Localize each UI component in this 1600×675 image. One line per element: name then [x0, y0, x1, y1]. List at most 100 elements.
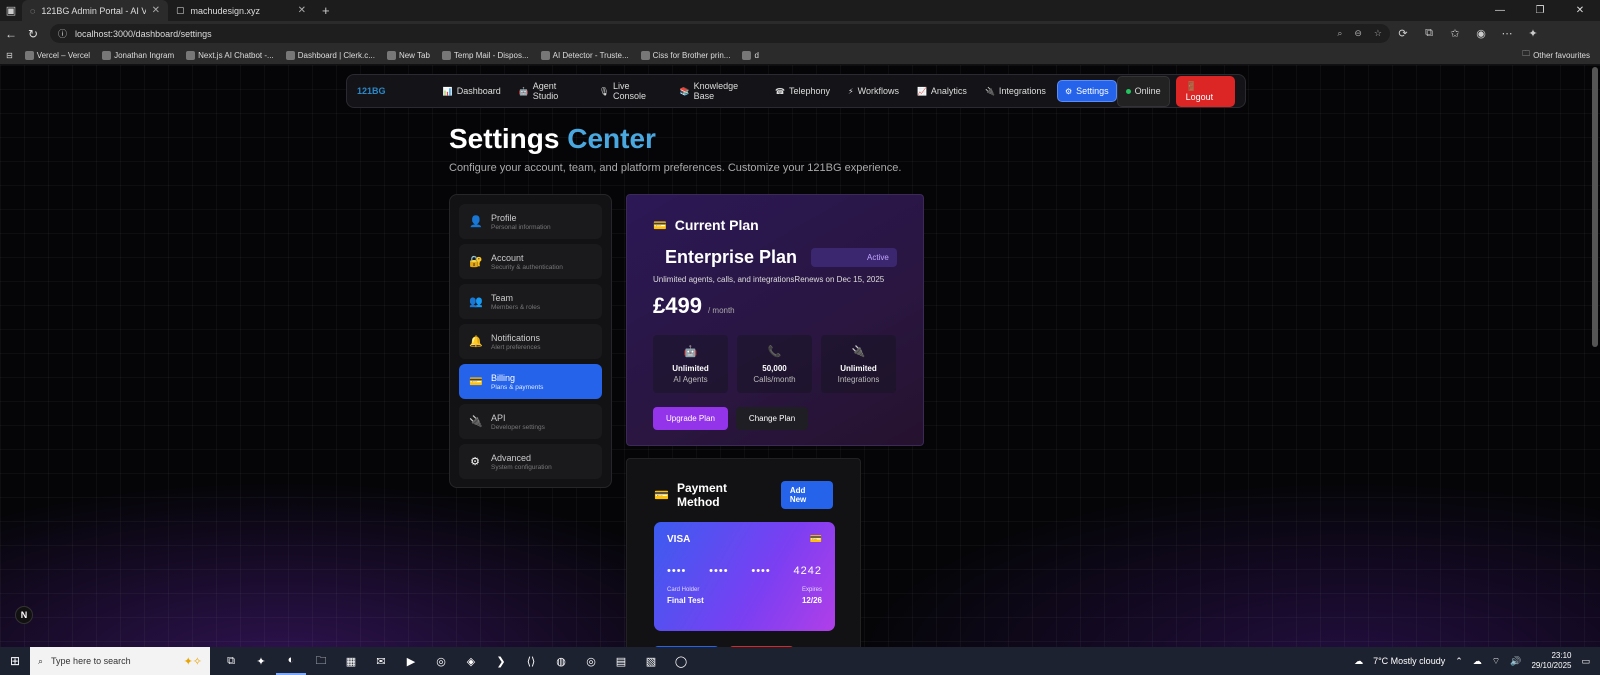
nav-agent-studio[interactable]: 🤖 Agent Studio — [512, 76, 588, 106]
app-icon[interactable]: ◈ — [456, 647, 486, 675]
bookmark[interactable]: Next.js AI Chatbot -... — [186, 50, 274, 60]
zoom-icon[interactable]: ⌕ — [1337, 28, 1342, 39]
bookmark[interactable]: New Tab — [386, 50, 430, 60]
logo[interactable]: 121BG — [357, 86, 436, 96]
collections-icon[interactable]: ⊟ — [6, 51, 13, 60]
nav-label: Knowledge Base — [693, 81, 739, 101]
network-icon[interactable]: ⌔ — [1492, 656, 1500, 667]
other-favourites[interactable]: 🗀 Other favourites — [1522, 48, 1590, 62]
nav-telephony[interactable]: ☎ Telephony — [768, 81, 837, 101]
nav-icon: 📈 — [916, 86, 927, 96]
bookmark[interactable]: Vercel – Vercel — [24, 50, 90, 60]
nav-integrations[interactable]: 🔌 Integrations — [978, 81, 1053, 101]
feature-label: AI Agents — [673, 374, 708, 384]
bookmark[interactable]: Jonathan Ingram — [102, 50, 174, 60]
extensions-icon[interactable]: ⟳ — [1390, 27, 1416, 40]
logout-button[interactable]: 🚪 Logout — [1175, 75, 1236, 107]
reader-icon[interactable]: ⊖ — [1354, 28, 1362, 39]
close-icon[interactable]: ✕ — [152, 5, 160, 16]
taskbar-search[interactable]: ⌕ Type here to search ✦✧ — [30, 647, 210, 675]
clock[interactable]: 23:10 29/10/2025 — [1531, 651, 1571, 671]
bookmark[interactable]: AI Detector - Truste... — [540, 50, 629, 60]
scrollbar[interactable] — [1592, 67, 1598, 347]
sidebar-item-profile[interactable]: 👤 Profile Personal information — [459, 204, 602, 239]
split-icon[interactable]: ⧉ — [1416, 27, 1442, 40]
tab-actions-icon[interactable]: ▣ — [0, 0, 22, 21]
edge-browser-icon[interactable]: ◐ — [276, 647, 306, 675]
profile-icon[interactable]: ◉ — [1468, 27, 1494, 40]
address-bar[interactable]: ⓘ localhost:3000/dashboard/settings ⌕ ⊖ … — [50, 24, 1390, 43]
refresh-icon[interactable]: ↻ — [22, 27, 44, 41]
chevron-up-icon[interactable]: ⌃ — [1455, 656, 1463, 667]
weather-text[interactable]: 7°C Mostly cloudy — [1373, 656, 1445, 666]
window-close-icon[interactable]: ✕ — [1560, 5, 1600, 16]
whatsapp-icon[interactable]: ◯ — [666, 647, 696, 675]
windows-start-icon[interactable]: ⊞ — [0, 654, 30, 668]
upgrade-plan-button[interactable]: Upgrade Plan — [653, 407, 728, 430]
expires-value: 12/26 — [801, 596, 822, 605]
card-title: Payment Method — [676, 481, 727, 509]
nav-icon: 🎙 — [598, 86, 610, 96]
mail-icon[interactable]: ✉ — [366, 647, 396, 675]
copilot-app-icon[interactable]: ✦ — [246, 647, 276, 675]
app-icon[interactable]: ▤ — [606, 647, 636, 675]
more-icon[interactable]: ⋯ — [1494, 27, 1520, 40]
nav-workflows[interactable]: ⚡ Workflows — [841, 81, 906, 101]
sidebar-item-billing[interactable]: 💳 Billing Plans & payments — [459, 364, 602, 399]
minimize-icon[interactable]: — — [1480, 5, 1520, 16]
nextjs-badge[interactable]: N — [15, 606, 33, 624]
powershell-icon[interactable]: ❯ — [486, 647, 516, 675]
visa-card[interactable]: VISA 💳 •••• •••• •••• 4242 Card Holder Final… — [654, 522, 835, 631]
task-view-icon[interactable]: ⧉ — [216, 647, 246, 675]
online-status-button[interactable]: Online — [1116, 75, 1170, 107]
vscode-icon[interactable]: ⟨⟩ — [516, 647, 546, 675]
file-explorer-icon[interactable]: 🗀 — [306, 647, 336, 675]
notification-icon[interactable]: ▭ — [1581, 656, 1590, 667]
sidebar-item-label: Profile — [491, 212, 517, 223]
sidebar-item-desc: Developer settings — [491, 423, 545, 431]
close-icon[interactable]: ✕ — [298, 5, 306, 16]
star-icon[interactable]: ☆ — [1374, 28, 1382, 39]
add-new-button[interactable]: Add New — [780, 481, 833, 509]
nav-settings[interactable]: ⚙ Settings — [1056, 80, 1117, 102]
browser-tab-active[interactable]: ◌ 121BG Admin Portal - AI Voice A ✕ — [22, 0, 168, 21]
app-icon[interactable]: ▧ — [636, 647, 666, 675]
app-icon[interactable]: ◍ — [546, 647, 576, 675]
online-label: Online — [1134, 86, 1161, 96]
browser-tab[interactable]: ▢ machudesign.xyz ✕ — [168, 0, 314, 21]
nav-analytics[interactable]: 📈 Analytics — [910, 81, 974, 101]
chrome-icon[interactable]: ◎ — [426, 647, 456, 675]
youtube-icon[interactable]: ▶ — [396, 647, 426, 675]
sidebar-item-api[interactable]: 🔌 API Developer settings — [459, 404, 602, 439]
sidebar-item-advanced[interactable]: ⚙ Advanced System configuration — [459, 444, 602, 479]
bookmark[interactable]: d — [742, 50, 759, 60]
copilot-icon[interactable]: ✦ — [1520, 27, 1546, 40]
volume-icon[interactable]: 🔊 — [1510, 656, 1521, 667]
change-plan-button[interactable]: Change Plan — [735, 407, 809, 430]
nav-label: Settings — [1076, 86, 1109, 96]
store-icon[interactable]: ▦ — [336, 647, 366, 675]
nav-dashboard[interactable]: 📊 Dashboard — [436, 81, 508, 101]
sidebar-item-notifications[interactable]: 🔔 Notifications Alert preferences — [459, 324, 602, 359]
restore-icon[interactable]: ❐ — [1520, 5, 1560, 16]
favorites-icon[interactable]: ✩ — [1442, 27, 1468, 40]
nav-live-console[interactable]: 🎙 Live Console — [592, 76, 669, 106]
nav-label: Dashboard — [456, 86, 501, 96]
top-navbar: 121BG 📊 Dashboard 🤖 Agent Studio 🎙 Live Conso… — [346, 74, 1246, 108]
cloud-icon[interactable]: ☁ — [1473, 656, 1482, 667]
new-tab-icon[interactable]: + — [314, 3, 338, 18]
bookmark[interactable]: Ciss for Brother prin... — [640, 50, 730, 60]
back-icon[interactable]: ← — [0, 27, 22, 41]
nav-knowledge-base[interactable]: 📚 Knowledge Base — [673, 76, 764, 106]
bookmark[interactable]: Dashboard | Clerk.c... — [285, 50, 375, 60]
advanced-icon: ⚙ — [470, 456, 480, 468]
chip-icon: 💳 — [809, 534, 822, 545]
chrome-icon[interactable]: ◎ — [576, 647, 606, 675]
search-placeholder: Type here to search — [51, 656, 131, 666]
sidebar-item-account[interactable]: 🔐 Account Security & authentication — [459, 244, 602, 279]
sidebar-item-team[interactable]: 👥 Team Members & roles — [459, 284, 602, 319]
sidebar-item-label: Team — [491, 292, 514, 303]
page-content: 121BG 📊 Dashboard 🤖 Agent Studio 🎙 Live Conso… — [0, 65, 1600, 647]
bookmark[interactable]: Temp Mail - Dispos... — [441, 50, 529, 60]
info-icon: ⓘ — [58, 29, 68, 39]
